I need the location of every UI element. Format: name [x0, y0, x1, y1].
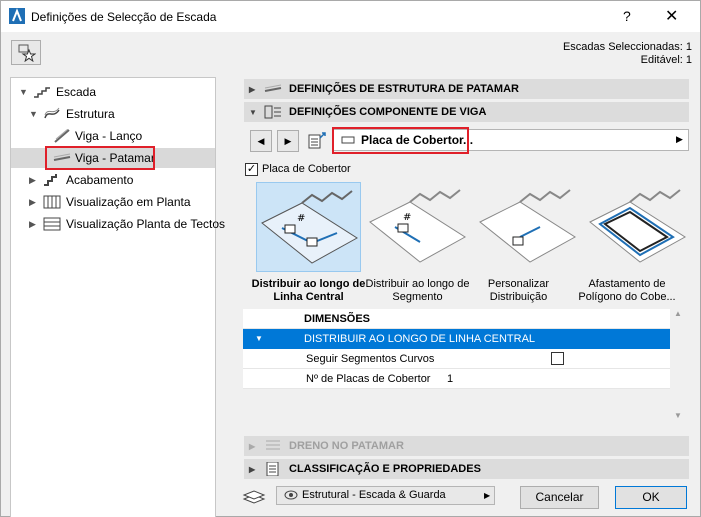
chevron-right-icon: ▶ — [249, 85, 256, 94]
tree-item-label: Viga - Lanço — [75, 129, 143, 143]
scroll-down-icon[interactable]: ▼ — [674, 411, 682, 420]
tree-item-visualizacao-planta[interactable]: ▶ Visualização em Planta — [11, 192, 215, 212]
svg-text:#: # — [403, 212, 411, 223]
highlight-box-component — [332, 127, 469, 154]
finish-icon — [44, 174, 57, 186]
previous-component-button[interactable]: ◀ — [250, 130, 272, 152]
component-list-button[interactable] — [306, 130, 328, 152]
grid-scrollbar[interactable]: ▲ ▼ — [670, 309, 687, 425]
cover-plate-checkbox[interactable]: ✓ — [245, 163, 258, 176]
layer-selector-value: Estrutural - Escada & Guarda — [302, 489, 446, 501]
follow-curved-checkbox[interactable] — [551, 352, 564, 365]
option-label-custom: Personalizar Distribuição — [487, 278, 550, 303]
grid-row-plates-count: Nº de Placas de Cobertor 1 — [243, 369, 670, 389]
grid-row-follow-curved: Seguir Segmentos Curvos — [243, 349, 670, 369]
tree-item-acabamento[interactable]: ▶ Acabamento — [11, 170, 215, 190]
option-custom-distribution[interactable] — [475, 182, 580, 272]
layer-selector[interactable]: Estrutural - Escada & Guarda ▶ — [276, 486, 495, 505]
panel-header-beam-component[interactable]: ▼ DEFINIÇÕES COMPONENTE DE VIGA — [244, 102, 689, 122]
chevron-right-icon: ▶ — [484, 491, 491, 500]
list-arrow-icon — [308, 132, 326, 149]
chevron-down-icon: ▼ — [249, 108, 257, 117]
eye-icon — [284, 490, 298, 500]
panel-header-drain: ▶ DRENO NO PATAMAR — [244, 436, 689, 456]
option-label-centerline: Distribuir ao longo de Linha Central — [251, 278, 366, 303]
classification-icon — [266, 462, 279, 476]
settings-tree: ▼ Escada ▼ Estrutura Viga - Lanço Viga -… — [10, 77, 225, 517]
chevron-right-icon[interactable]: ▶ — [29, 170, 36, 190]
tree-item-label: Visualização Planta de Tectos — [66, 217, 225, 231]
tree-item-label: Acabamento — [66, 173, 134, 187]
scroll-up-icon[interactable]: ▲ — [674, 309, 682, 318]
distribute-centerline-icon: # — [261, 190, 358, 264]
chevron-right-icon[interactable]: ▶ — [29, 214, 36, 234]
chevron-right-icon: ▶ — [249, 442, 256, 451]
chevron-down-icon: ▼ — [255, 334, 263, 343]
structure-icon — [44, 107, 60, 119]
ok-button[interactable]: OK — [615, 486, 687, 509]
cancel-button[interactable]: Cancelar — [520, 486, 599, 509]
flight-beam-icon — [54, 129, 70, 143]
next-component-button[interactable]: ▶ — [277, 130, 299, 152]
distribute-segment-icon: # — [369, 189, 466, 263]
option-distribute-centerline[interactable]: # — [256, 182, 361, 272]
title-bar: Definições de Selecção de Escada ? ✕ — [1, 1, 700, 32]
beam-component-icon — [264, 105, 281, 119]
editable-count: Editável: 1 — [640, 54, 692, 66]
selection-info: Escadas Seleccionadas: 1 Editável: 1 — [563, 41, 692, 67]
drain-icon — [266, 440, 280, 450]
highlight-box-tree — [45, 146, 155, 170]
chevron-down-icon[interactable]: ▼ — [19, 82, 28, 102]
landing-structure-icon — [264, 84, 282, 92]
tree-item-escada[interactable]: ▼ Escada — [11, 82, 215, 102]
favorites-button[interactable] — [11, 40, 41, 65]
chevron-right-icon: ▶ — [249, 465, 256, 474]
tree-item-label: Estrutura — [66, 107, 115, 121]
option-label-segment: Distribuir ao longo de Segmento — [365, 278, 470, 303]
chevron-right-icon[interactable]: ▶ — [29, 192, 36, 212]
option-polygon-offset[interactable] — [585, 182, 690, 272]
option-label-polygon: Afastamento de Polígono do Cobe... — [578, 278, 676, 303]
tree-item-visualizacao-tectos[interactable]: ▶ Visualização Planta de Tectos — [11, 214, 225, 234]
favorites-star-icon — [18, 44, 36, 62]
selected-count: Escadas Seleccionadas: 1 — [562, 41, 692, 53]
chevron-down-icon[interactable]: ▼ — [29, 104, 38, 124]
tree-item-estrutura[interactable]: ▼ Estrutura — [11, 104, 215, 124]
tree-item-viga-lanco[interactable]: Viga - Lanço — [11, 126, 215, 146]
ceiling-plan-icon — [43, 217, 61, 231]
polygon-offset-icon — [589, 189, 686, 263]
svg-text:#: # — [297, 213, 305, 224]
panel-header-landing-structure[interactable]: ▶ DEFINIÇÕES DE ESTRUTURA DE PATAMAR — [244, 79, 689, 99]
window-title: Definições de Selecção de Escada — [31, 10, 217, 24]
tree-item-label: Escada — [56, 85, 97, 99]
dialog-window: Definições de Selecção de Escada ? ✕ Esc… — [0, 0, 701, 517]
help-button[interactable]: ? — [623, 8, 631, 24]
grid-section-header[interactable]: ▼ DISTRIBUIR AO LONGO DE LINHA CENTRAL — [243, 329, 670, 349]
stair-icon — [34, 87, 50, 98]
grid-dimensions-header[interactable]: DIMENSÕES — [243, 309, 670, 329]
tree-item-label: Visualização em Planta — [66, 195, 191, 209]
floor-plan-icon — [43, 195, 61, 209]
cover-plate-checkbox-label: Placa de Cobertor — [262, 163, 351, 175]
chevron-right-icon: ▶ — [676, 134, 683, 144]
layers-icon — [242, 490, 266, 504]
plates-count-value[interactable]: 1 — [447, 369, 453, 389]
option-distribute-segment[interactable]: # — [365, 182, 470, 272]
custom-distribution-icon — [479, 189, 576, 263]
archicad-app-icon — [9, 8, 25, 24]
panel-header-classification[interactable]: ▶ CLASSIFICAÇÃO E PROPRIEDADES — [244, 459, 689, 479]
close-button[interactable]: ✕ — [665, 6, 678, 26]
